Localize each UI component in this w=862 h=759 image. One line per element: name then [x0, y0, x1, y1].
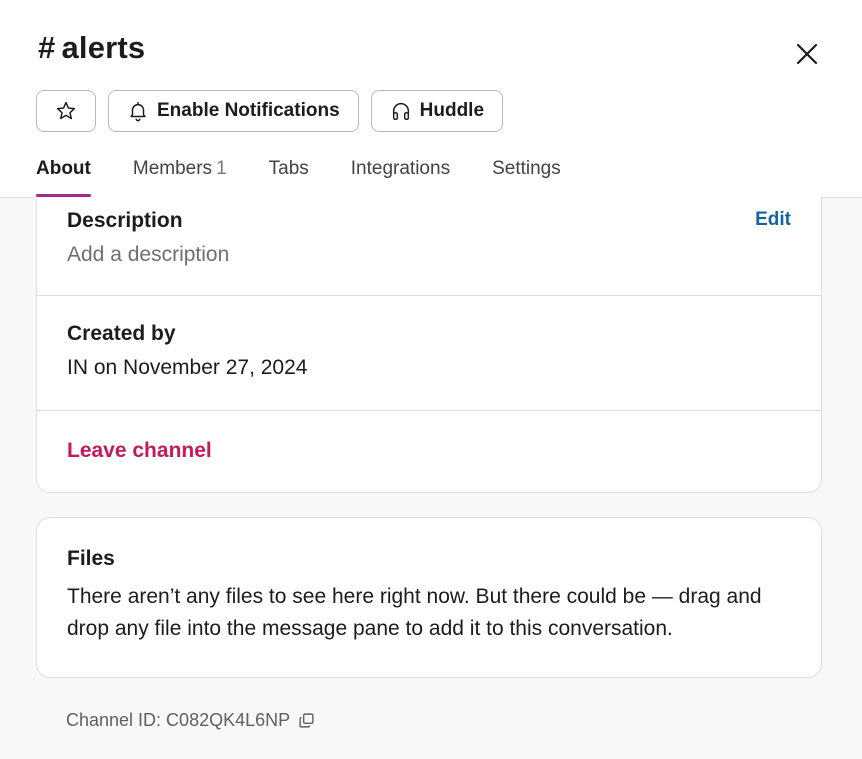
close-icon: [796, 43, 818, 65]
description-value: Add a description: [67, 243, 230, 266]
header-actions: Enable Notifications Huddle: [36, 90, 504, 132]
tab-integrations-label: Integrations: [350, 158, 451, 179]
members-count: 1: [216, 158, 227, 179]
tab-tabs[interactable]: Tabs: [269, 158, 309, 197]
description-title: Description: [67, 209, 183, 232]
enable-notifications-button[interactable]: Enable Notifications: [108, 90, 359, 132]
leave-channel-section: Leave channel: [37, 411, 821, 492]
description-section[interactable]: Description Add a description Edit: [37, 197, 821, 296]
leave-channel-button[interactable]: Leave channel: [67, 439, 212, 462]
tab-settings-label: Settings: [492, 158, 561, 179]
channel-id-label: Channel ID: C082QK4L6NP: [66, 710, 291, 730]
tab-members-label: Members: [132, 158, 213, 179]
tab-about-label: About: [36, 158, 91, 179]
star-icon: [55, 100, 77, 122]
star-button[interactable]: [36, 90, 96, 132]
channel-id: Channel ID: C082QK4L6NP: [66, 710, 315, 731]
tab-settings[interactable]: Settings: [492, 158, 561, 197]
channel-name: alerts: [61, 30, 146, 65]
huddle-button[interactable]: Huddle: [370, 90, 504, 132]
huddle-label: Huddle: [419, 100, 485, 121]
tab-tabs-label: Tabs: [268, 158, 309, 179]
headphones-icon: [390, 100, 412, 122]
bell-icon: [127, 100, 149, 122]
hash-icon: #: [38, 30, 56, 65]
close-button[interactable]: [792, 39, 822, 69]
tab-about[interactable]: About: [36, 158, 91, 197]
created-by-section: Created by IN on November 27, 2024: [37, 296, 821, 411]
files-empty-text: There aren’t any files to see here right…: [67, 585, 762, 640]
files-title: Files: [67, 547, 115, 570]
edit-description-link[interactable]: Edit: [755, 209, 791, 231]
tab-integrations[interactable]: Integrations: [351, 158, 450, 197]
channel-tabs: About Members 1 Tabs Integrations Setting…: [36, 158, 561, 197]
tab-members[interactable]: Members 1: [133, 158, 227, 197]
channel-title: # alerts: [38, 30, 145, 66]
enable-notifications-label: Enable Notifications: [157, 100, 340, 121]
about-card: Description Add a description Edit Creat…: [36, 197, 822, 493]
copy-icon[interactable]: [298, 712, 315, 729]
created-by-value: IN on November 27, 2024: [67, 356, 308, 379]
files-card: Files There aren’t any files to see here…: [36, 517, 822, 678]
created-by-title: Created by: [67, 322, 176, 345]
channel-details-header: # alerts Enable Notifications Huddle Abo…: [0, 0, 862, 198]
